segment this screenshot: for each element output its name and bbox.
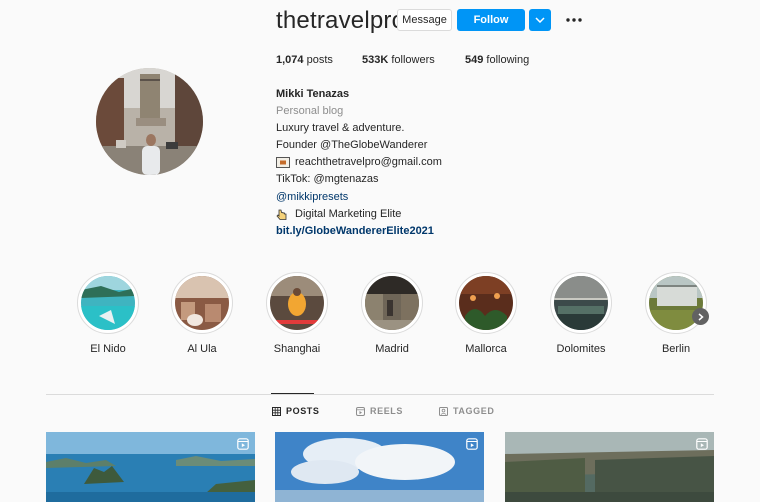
posts-grid xyxy=(46,432,714,502)
mention-link-presets[interactable]: @mikkipresets xyxy=(276,189,636,206)
tab-posts[interactable]: POSTS xyxy=(272,406,320,416)
highlight-cover xyxy=(175,276,229,330)
highlight-cover xyxy=(459,276,513,330)
highlight-ring xyxy=(77,272,139,334)
reel-badge-icon xyxy=(466,438,478,450)
highlight-label: Dolomites xyxy=(556,343,606,355)
highlight-shanghai[interactable]: Shanghai xyxy=(257,272,337,355)
marketing-text: Digital Marketing Elite xyxy=(295,207,402,220)
follow-button[interactable]: Follow xyxy=(457,9,525,31)
highlight-label: Madrid xyxy=(375,343,409,355)
tab-tagged[interactable]: TAGGED xyxy=(439,406,494,416)
more-dots-icon xyxy=(566,18,582,22)
highlight-label: Al Ula xyxy=(187,343,217,355)
posts-number: 1,074 xyxy=(276,54,304,66)
suggested-accounts-button[interactable] xyxy=(529,9,551,31)
reel-badge-icon xyxy=(696,438,708,450)
profile-category: Personal blog xyxy=(276,105,344,118)
highlight-label: Shanghai xyxy=(273,343,321,355)
highlight-label: Mallorca xyxy=(465,343,507,355)
grid-icon xyxy=(272,406,281,416)
profile-full-name: Mikki Tenazas xyxy=(276,88,350,100)
followers-label: followers xyxy=(391,54,435,66)
profile-tabs: POSTS REELS TAGGED xyxy=(0,406,760,420)
reel-badge-icon xyxy=(237,438,249,450)
tabs-divider xyxy=(46,394,714,395)
highlight-al-ula[interactable]: Al Ula xyxy=(162,272,242,355)
highlight-label: Berlin xyxy=(661,343,691,355)
tab-label: REELS xyxy=(370,406,404,416)
story-highlights: El Nido Al Ula Shanghai Madrid Mallorca … xyxy=(0,272,760,362)
envelope-icon xyxy=(276,157,290,169)
highlight-cover xyxy=(270,276,324,330)
highlight-label: El Nido xyxy=(90,343,126,355)
highlight-ring xyxy=(550,272,612,334)
highlights-next-button[interactable] xyxy=(692,308,709,325)
tagged-icon xyxy=(439,406,448,416)
posts-count: 1,074 posts xyxy=(276,54,333,66)
following-number: 549 xyxy=(465,54,484,66)
chevron-down-icon xyxy=(535,17,545,23)
tab-label: TAGGED xyxy=(453,406,495,416)
tab-reels[interactable]: REELS xyxy=(356,406,403,416)
chevron-right-icon xyxy=(698,312,704,321)
bio-line-email: reachthetravelpro@gmail.com xyxy=(276,154,636,171)
reels-icon xyxy=(356,406,365,416)
bio-line-marketing: Digital Marketing Elite xyxy=(276,206,636,223)
followers-link[interactable]: 533K followers xyxy=(362,54,435,66)
profile-username: thetravelpro xyxy=(276,7,406,34)
highlight-cover xyxy=(365,276,419,330)
message-button[interactable]: Message xyxy=(397,9,452,31)
tab-label: POSTS xyxy=(286,406,320,416)
highlight-ring xyxy=(171,272,233,334)
bio-line-founder: Founder @TheGlobeWanderer xyxy=(276,139,428,152)
bio-external-link[interactable]: bit.ly/GlobeWandererElite2021 xyxy=(276,223,636,240)
post-thumbnail[interactable] xyxy=(46,432,255,502)
active-tab-indicator xyxy=(271,393,314,394)
highlight-cover xyxy=(81,276,135,330)
posts-label: posts xyxy=(306,54,333,66)
highlight-cover xyxy=(554,276,608,330)
highlight-dolomites[interactable]: Dolomites xyxy=(541,272,621,355)
following-link[interactable]: 549 following xyxy=(465,54,529,66)
post-thumbnail[interactable] xyxy=(275,432,484,502)
bio-line-tiktok: TikTok: @mgtenazas xyxy=(276,173,379,186)
post-thumbnail[interactable] xyxy=(505,432,714,502)
following-label: following xyxy=(486,54,530,66)
highlight-ring xyxy=(361,272,423,334)
email-text: reachthetravelpro@gmail.com xyxy=(295,156,442,169)
profile-header: thetravelpro Message Follow xyxy=(276,8,696,34)
profile-avatar[interactable] xyxy=(96,68,203,175)
followers-number: 533K xyxy=(362,54,389,66)
highlight-ring xyxy=(266,272,328,334)
bio-line-tagline: Luxury travel & adventure. xyxy=(276,122,405,135)
highlight-madrid[interactable]: Madrid xyxy=(352,272,432,355)
profile-bio: Mikki Tenazas Personal blog Luxury trave… xyxy=(276,86,636,240)
highlight-el-nido[interactable]: El Nido xyxy=(68,272,148,355)
pointing-hand-icon xyxy=(276,209,287,220)
more-options-button[interactable] xyxy=(564,9,584,31)
highlight-mallorca[interactable]: Mallorca xyxy=(446,272,526,355)
highlight-ring xyxy=(455,272,517,334)
